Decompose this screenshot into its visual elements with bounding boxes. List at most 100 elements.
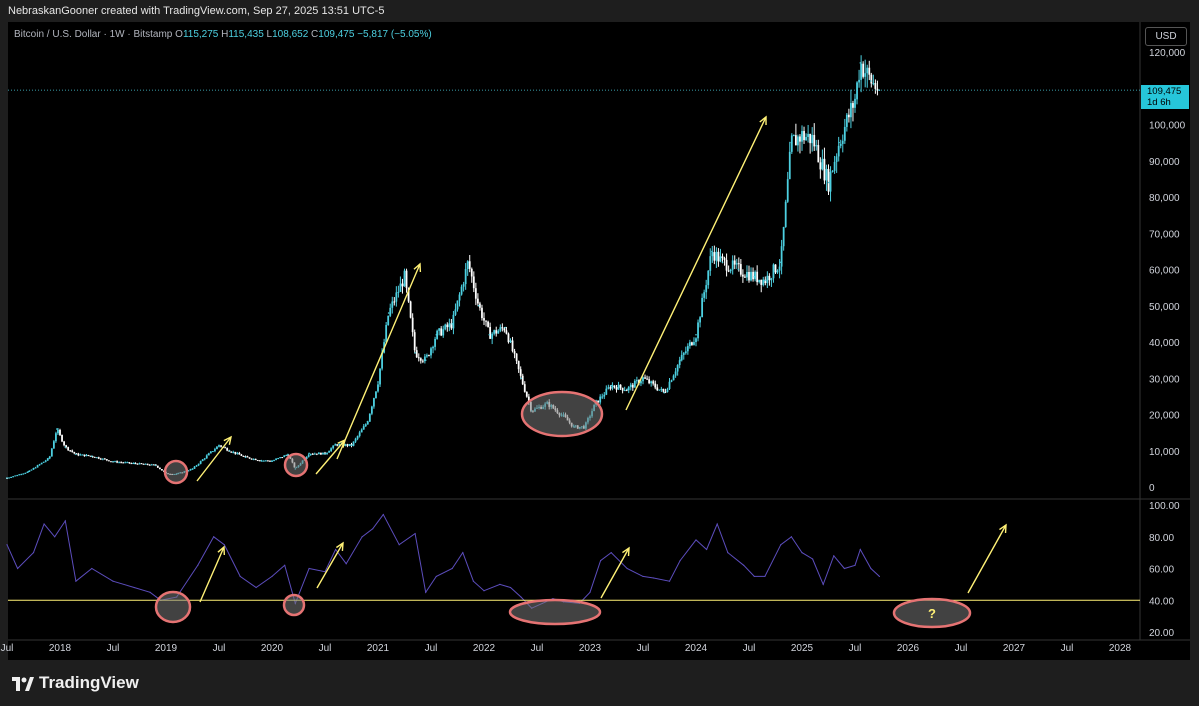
tradingview-logo-text: TradingView [39,673,139,692]
candle-body [719,256,722,262]
candle-body [774,264,777,273]
candle-body [678,360,681,366]
candle-body [214,449,216,452]
price-point [424,359,427,361]
time-tick-label: 2028 [1109,643,1132,654]
candle-body [446,324,449,328]
candle-body [837,145,840,157]
candle-body [216,446,218,450]
price-point [191,468,194,470]
price-point [64,446,67,448]
candle-body [120,462,123,464]
candle-body [684,351,687,354]
symbol-info: Bitcoin / U.S. Dollar · 1W · Bitstamp O1… [14,29,432,40]
rsi-tick-label: 40.00 [1149,596,1174,607]
candle-body [128,462,131,464]
candle-body [713,252,716,261]
candle-body [397,291,400,293]
candle-body [605,388,608,395]
candle-body [635,380,638,382]
candle-body [22,473,25,475]
candle-body [83,454,86,457]
candle-body [336,444,339,446]
candle-body [833,161,836,171]
candle-body [870,74,873,84]
candle-body [97,457,100,459]
candle-body [505,330,508,334]
candle-body [835,156,838,162]
candle-body [809,133,812,144]
candle-body [370,406,373,414]
candle-body [623,390,626,392]
candle-body [866,67,869,74]
tradingview-logo[interactable]: TradingView [12,673,139,693]
time-tick-label: Jul [955,643,968,654]
candle-body [405,270,408,289]
candle-body [746,271,748,278]
candle-body [691,342,693,345]
rsi-point [727,552,729,554]
candle-body [850,103,852,118]
candle-body [401,283,404,287]
candle-body [688,342,691,347]
candle-body [817,145,820,163]
candle-body [872,83,875,85]
candle-body [625,390,628,392]
candle-body [315,453,318,455]
candle-body [354,438,357,442]
candle-body [332,445,335,449]
candle-body [254,458,257,461]
candle-body [460,286,463,295]
low-value: 108,652 [272,29,309,40]
candle-body [607,387,610,389]
rsi-point [509,586,512,589]
time-tick-label: 2023 [579,643,602,654]
candle-body [248,457,251,459]
time-tick-label: Jul [1061,643,1074,654]
time-tick-label: 2027 [1003,643,1026,654]
time-tick-label: Jul [107,643,120,654]
candle-body [12,476,15,478]
candle-body [731,260,734,270]
currency-button[interactable]: USD [1145,27,1187,46]
question-mark-label: ? [928,606,936,621]
candle-body [615,387,618,390]
time-tick-label: 2021 [367,643,390,654]
time-tick-label: 2020 [261,643,284,654]
rsi-point [626,567,628,570]
candle-body [232,451,235,453]
candle-body [144,463,147,465]
candle-body [801,131,803,142]
candle-body [30,469,33,471]
rsi-point [149,591,151,593]
candle-body [108,460,110,462]
candle-body [138,463,141,465]
candle-body [313,453,316,455]
rsi-point [425,591,427,593]
candle-body [481,307,483,319]
chart-canvas[interactable]: ? 120,000110,000100,00090,00080,00070,00… [0,0,1199,706]
candle-body [203,458,206,460]
time-tick-label: Jul [213,643,226,654]
price-point [387,312,390,314]
candle-body [285,455,288,457]
candle-body [672,375,675,381]
candle-body [311,453,314,455]
rsi-point [520,596,522,598]
candle-body [474,288,477,299]
price-point [801,134,803,137]
candle-body [476,298,479,304]
candle-body [209,451,212,454]
candle-body [825,168,828,181]
price-tick-label: 70,000 [1149,229,1180,240]
candle-body [156,465,159,468]
price-point [334,443,337,446]
candle-body [79,454,82,456]
candle-body [267,460,269,462]
candle-body [269,460,271,462]
candle-body [521,375,524,385]
candle-body [77,453,80,456]
time-tick-label: 2024 [685,643,708,654]
time-tick-label: Jul [319,643,332,654]
candle-body [799,136,801,142]
